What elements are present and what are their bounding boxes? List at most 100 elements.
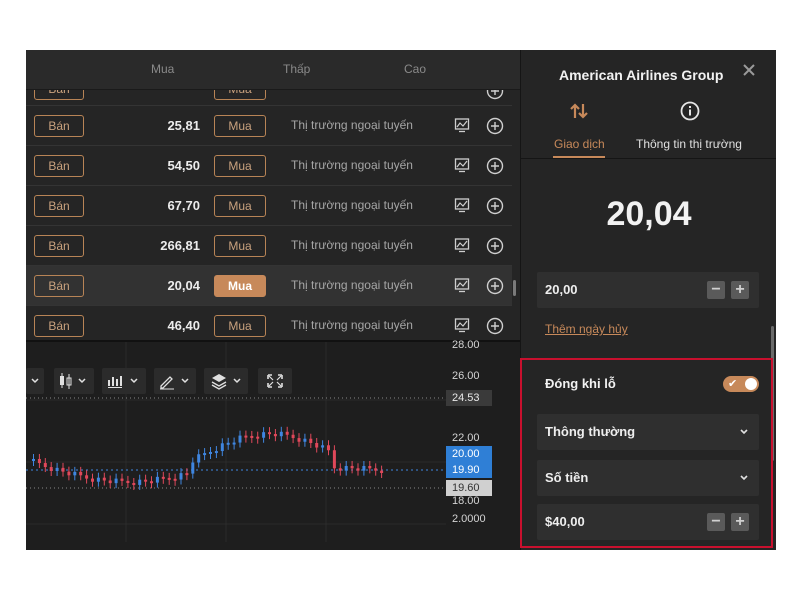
tab-trade[interactable]: Giao dịch <box>554 137 605 151</box>
candle <box>179 473 183 480</box>
layers-button[interactable] <box>204 368 248 394</box>
indicators-button[interactable] <box>102 368 146 394</box>
fullscreen-button[interactable] <box>258 368 292 394</box>
increment-button[interactable]: + <box>731 513 749 531</box>
close-icon[interactable] <box>741 62 757 78</box>
sell-button[interactable]: Bán <box>34 275 84 297</box>
tab-market-info[interactable]: Thông tin thị trường <box>636 137 742 151</box>
table-row[interactable]: Bán 25,81 Mua Thị trường ngoại tuyến <box>26 106 512 146</box>
table-row[interactable]: Bán 46,40 Mua Thị trường ngoại tuyến <box>26 306 512 340</box>
add-circle-icon[interactable] <box>486 90 504 100</box>
chart-icon[interactable] <box>454 317 470 333</box>
candle <box>102 477 106 481</box>
candle <box>273 434 277 437</box>
candle <box>197 454 201 463</box>
decrement-button[interactable]: − <box>707 281 725 299</box>
stop-loss-amount-value[interactable]: $40,00 <box>545 514 585 529</box>
candle <box>332 450 336 469</box>
candle <box>155 476 159 483</box>
column-header-buy[interactable]: Mua <box>151 62 174 76</box>
chart-type-button[interactable] <box>54 368 94 394</box>
candle <box>203 453 207 456</box>
candle <box>350 465 354 469</box>
unit-select[interactable]: Số tiền <box>537 460 759 496</box>
candle <box>120 478 124 481</box>
candle <box>297 438 301 442</box>
draw-tool-icon <box>160 376 189 390</box>
add-circle-icon[interactable] <box>486 117 504 135</box>
candle <box>291 434 295 439</box>
price-value: 20,04 <box>167 278 200 293</box>
add-circle-icon[interactable] <box>486 197 504 215</box>
candle <box>321 445 325 448</box>
chart-icon[interactable] <box>454 117 470 133</box>
drawing-tools-button[interactable] <box>154 368 196 394</box>
y-axis-label: 26.00 <box>452 370 480 382</box>
amount-value[interactable]: 20,00 <box>545 282 578 297</box>
add-circle-icon[interactable] <box>486 317 504 335</box>
buy-button[interactable]: Mua <box>214 235 266 257</box>
buy-button[interactable]: Mua <box>214 115 266 137</box>
table-row[interactable]: Bán 54,50 Mua Thị trường ngoại tuyến <box>26 146 512 186</box>
candle <box>285 431 289 435</box>
candle <box>380 470 384 473</box>
buy-button[interactable]: Mua <box>214 90 266 100</box>
candle <box>220 443 224 452</box>
table-scrollbar[interactable] <box>513 280 516 296</box>
table-row[interactable]: Bán 20,04 Mua Thị trường ngoại tuyến <box>26 266 512 306</box>
add-circle-icon[interactable] <box>486 157 504 175</box>
candle <box>250 435 254 438</box>
increment-button[interactable]: + <box>731 281 749 299</box>
trade-arrows-icon[interactable] <box>568 100 590 122</box>
trading-app: Mua Thấp Cao Bán Mua Bán 25,81 Mua Thị trườ… <box>26 50 776 550</box>
stop-loss-toggle[interactable]: ✔ <box>723 376 759 392</box>
table-row[interactable]: Bán 266,81 Mua Thị trường ngoại tuyến <box>26 226 512 266</box>
price-chart[interactable]: 28.00 26.00 22.00 18.00 2.0000 24.53 20.… <box>26 339 520 550</box>
chart-icon[interactable] <box>454 237 470 253</box>
candle <box>191 462 195 474</box>
buy-button[interactable]: Mua <box>214 155 266 177</box>
stop-loss-label: Đóng khi lỗ <box>545 376 616 391</box>
chart-icon[interactable] <box>454 277 470 293</box>
amount-field[interactable]: 20,00 − + <box>537 272 759 308</box>
sell-button[interactable]: Bán <box>34 315 84 337</box>
market-status: Thị trường ngoại tuyến <box>291 118 413 132</box>
sell-button[interactable]: Bán <box>34 235 84 257</box>
chart-icon[interactable] <box>454 197 470 213</box>
decrement-button[interactable]: − <box>707 513 725 531</box>
sell-button[interactable]: Bán <box>34 115 84 137</box>
buy-button[interactable]: Mua <box>214 275 266 297</box>
order-type-select[interactable]: Thông thường <box>537 414 759 450</box>
candle <box>244 435 248 438</box>
candle <box>67 471 71 476</box>
add-circle-icon[interactable] <box>486 277 504 295</box>
add-circle-icon[interactable] <box>486 237 504 255</box>
sell-button[interactable]: Bán <box>34 195 84 217</box>
sell-button[interactable]: Bán <box>34 90 84 100</box>
price-value: 46,40 <box>167 318 200 333</box>
candle <box>167 477 171 480</box>
info-icon[interactable] <box>679 100 701 122</box>
stop-loss-amount-field[interactable]: $40,00 − + <box>537 504 759 540</box>
candle <box>303 438 307 442</box>
sell-button[interactable]: Bán <box>34 155 84 177</box>
current-price: 20,04 <box>606 195 692 233</box>
column-header-low[interactable]: Thấp <box>283 62 310 76</box>
panel-scrollbar[interactable] <box>771 326 774 461</box>
column-header-high[interactable]: Cao <box>404 62 426 76</box>
candle <box>327 445 330 451</box>
chart-toolbar-chevron[interactable] <box>26 368 44 394</box>
buy-button[interactable]: Mua <box>214 195 266 217</box>
chart-icon[interactable] <box>454 157 470 173</box>
buy-button[interactable]: Mua <box>214 315 266 337</box>
table-row[interactable]: Bán 67,70 Mua Thị trường ngoại tuyến <box>26 186 512 226</box>
table-header: Mua Thấp Cao <box>26 50 520 90</box>
table-row-partial: Bán Mua <box>26 90 512 106</box>
candle <box>43 463 47 468</box>
candle <box>262 432 266 438</box>
candle <box>32 458 35 461</box>
candle <box>232 442 236 445</box>
market-status: Thị trường ngoại tuyến <box>291 278 413 292</box>
y-axis-label: 28.00 <box>452 339 480 351</box>
add-expiry-link[interactable]: Thêm ngày hủy <box>545 322 628 336</box>
